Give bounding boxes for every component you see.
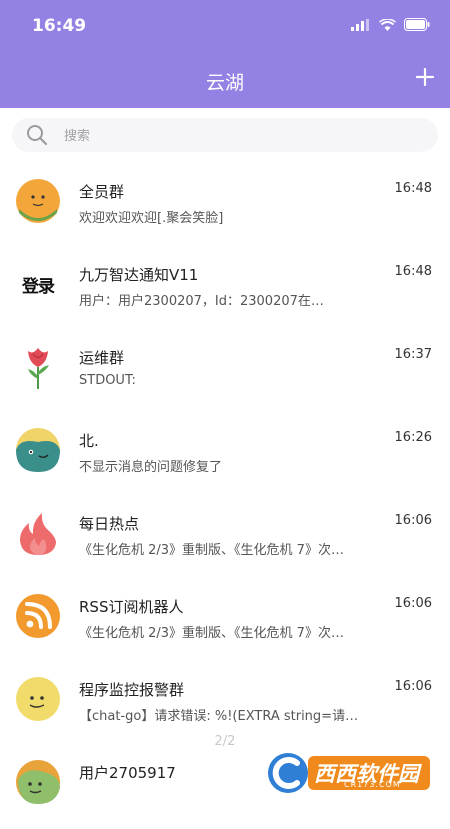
app-header: 16:49 云湖 [0, 0, 450, 108]
chat-time: 16:06 [394, 513, 432, 528]
search-icon [27, 125, 48, 146]
chat-time: 16:37 [394, 347, 432, 362]
yellow-face-avatar-icon [16, 677, 60, 721]
chat-row[interactable]: 运维群 16:37 STDOUT: [0, 331, 450, 414]
green-face-avatar-icon [16, 760, 60, 804]
chat-time: 16:26 [394, 430, 432, 445]
chat-preview: STDOUT: [79, 373, 136, 388]
chat-name: 程序监控报警群 [79, 681, 185, 699]
page-title: 云湖 [205, 72, 244, 94]
chat-preview: 【chat-go】请求错误: %!(EXTRA string=请… [79, 709, 359, 724]
login-glyph-avatar: 登录 [16, 262, 60, 306]
chat-name: RSS订阅机器人 [79, 598, 184, 616]
chat-time: 16:06 [394, 679, 432, 694]
chat-name: 用户2705917 [79, 764, 176, 782]
orange-smiley-avatar-icon [16, 179, 60, 223]
add-button[interactable] [415, 62, 435, 92]
chat-time: 16:06 [394, 596, 432, 611]
search-input[interactable] [62, 118, 426, 154]
chat-row[interactable]: 全员群 16:48 欢迎欢迎欢迎[.聚会笑脸] [0, 165, 450, 248]
watermark-sub: CR173.COM [344, 780, 401, 789]
rose-avatar-icon [28, 348, 49, 389]
watermark-logo: 西西软件园 CR173.COM [264, 750, 434, 796]
cellular-signal-icon [351, 18, 369, 31]
rss-avatar-icon [16, 594, 60, 638]
chat-name: 北. [79, 432, 99, 450]
chat-list: 全员群 16:48 欢迎欢迎欢迎[.聚会笑脸] 登录 九万智达通知V11 16:… [0, 165, 450, 829]
plus-icon [415, 67, 435, 87]
chat-row[interactable]: 每日热点 16:06 《生化危机 2/3》重制版、《生化危机 7》次… [0, 497, 450, 580]
chat-name: 运维群 [79, 349, 125, 367]
wifi-icon [379, 18, 396, 31]
chat-row[interactable]: 登录 九万智达通知V11 16:48 用户：用户2300207，Id：23002… [0, 248, 450, 331]
status-icons [351, 18, 430, 31]
chat-row[interactable]: RSS订阅机器人 16:06 《生化危机 2/3》重制版、《生化危机 7》次… [0, 580, 450, 663]
battery-icon [404, 18, 430, 31]
teal-yellow-face-avatar-icon [16, 428, 60, 472]
chat-preview: 《生化危机 2/3》重制版、《生化危机 7》次… [79, 543, 344, 558]
chat-preview: 欢迎欢迎欢迎[.聚会笑脸] [79, 211, 224, 226]
chat-row[interactable]: 北. 16:26 不显示消息的问题修复了 [0, 414, 450, 497]
page-indicator: 2/2 [214, 734, 236, 749]
chat-preview: 不显示消息的问题修复了 [79, 460, 223, 475]
search-bar [12, 118, 438, 154]
chat-preview: 用户：用户2300207，Id：2300207在… [79, 294, 324, 309]
chat-time: 16:48 [394, 264, 432, 279]
chat-preview: 《生化危机 2/3》重制版、《生化危机 7》次… [79, 626, 344, 641]
chat-name: 全员群 [79, 183, 125, 201]
status-time: 16:49 [32, 16, 87, 36]
chat-name: 九万智达通知V11 [79, 266, 199, 284]
chat-time: 16:48 [394, 181, 432, 196]
chat-name: 每日热点 [79, 515, 140, 533]
flame-avatar-icon [20, 513, 56, 555]
avatar-text: 登录 [22, 276, 55, 297]
